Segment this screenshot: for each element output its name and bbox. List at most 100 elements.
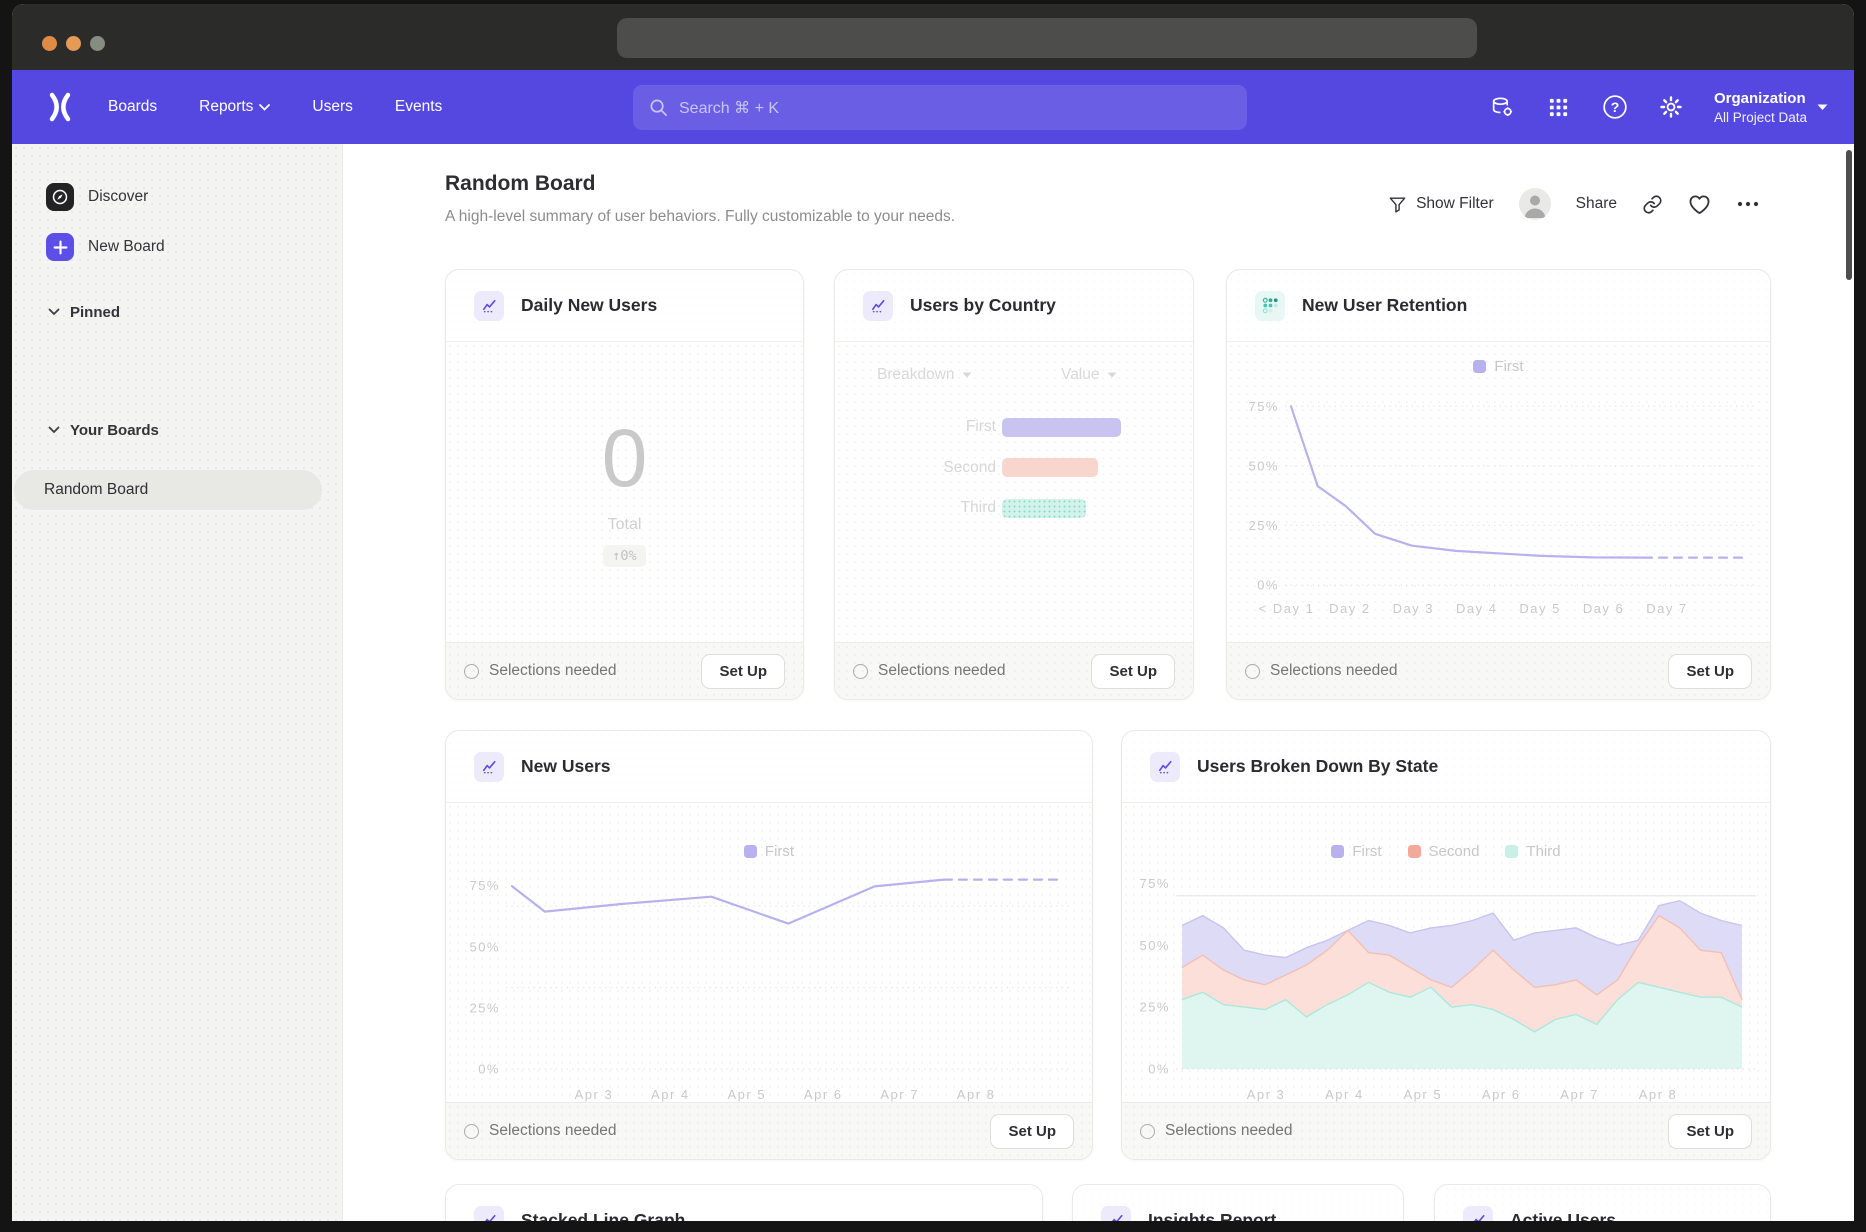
chevron-down-icon [48,308,60,316]
sidebar-item-random-board[interactable]: Random Board [14,470,322,510]
svg-text:Apr 7: Apr 7 [1560,1087,1599,1102]
svg-text:0%: 0% [1257,578,1279,593]
svg-text:Apr 8: Apr 8 [1639,1087,1678,1102]
show-filter-button[interactable]: Show Filter [1388,195,1494,214]
search-input[interactable]: Search ⌘ + K [633,85,1247,130]
scrollbar-thumb[interactable] [1846,150,1852,280]
sidebar-item-discover[interactable]: Discover [46,180,148,214]
close-window-icon[interactable] [42,36,57,51]
nav-item-users[interactable]: Users [312,98,352,116]
search-icon [649,98,668,117]
set-up-button[interactable]: Set Up [1668,1114,1752,1149]
svg-text:25%: 25% [1139,1000,1170,1015]
line-chart-icon [474,752,504,782]
card-daily-new-users: Daily New Users 0 Total ↑0% Selections n… [445,269,804,700]
copy-link-icon[interactable] [1642,194,1663,215]
value-dropdown[interactable]: Value [1061,366,1117,384]
status-text: Selections needed [878,662,1006,680]
apps-grid-icon[interactable] [1546,94,1572,120]
svg-text:Day 7: Day 7 [1646,601,1687,616]
svg-text:75%: 75% [1139,876,1170,891]
person-icon [1519,188,1551,220]
state-area-chart: 75%50%25%0%Apr 3Apr 4Apr 5Apr 6Apr 7Apr … [1138,863,1758,1110]
svg-text:50%: 50% [1139,938,1170,953]
svg-text:Apr 4: Apr 4 [1325,1087,1364,1102]
svg-text:< Day 1: < Day 1 [1259,601,1315,616]
card-title: Daily New Users [521,295,657,316]
browser-url-bar[interactable] [617,18,1477,58]
svg-text:Apr 6: Apr 6 [1482,1087,1521,1102]
svg-text:Apr 6: Apr 6 [804,1087,843,1102]
navbar-right: ? Organization All Project Data [1490,70,1828,144]
line-chart-icon [1101,1206,1131,1222]
new-users-chart: 75%50%25%0%Apr 3Apr 4Apr 5Apr 6Apr 7Apr … [468,863,1074,1110]
chevron-down-icon [1817,104,1828,111]
svg-text:Day 5: Day 5 [1519,601,1560,616]
breakdown-dropdown[interactable]: Breakdown [877,366,972,384]
svg-text:Apr 7: Apr 7 [880,1087,919,1102]
card-stacked-line-graph: Stacked Line Graph [445,1184,1043,1221]
card-new-user-retention: New User Retention First 75%50%25%0%< Da… [1226,269,1771,700]
svg-text:Day 3: Day 3 [1393,601,1434,616]
fullscreen-window-icon[interactable] [90,36,105,51]
set-up-button[interactable]: Set Up [990,1114,1074,1149]
svg-text:Apr 3: Apr 3 [575,1087,614,1102]
page-subtitle: A high-level summary of user behaviors. … [445,208,955,226]
nav-item-reports[interactable]: Reports [199,98,270,116]
set-up-button[interactable]: Set Up [1668,654,1752,689]
country-row: Third [835,498,1193,518]
card-users-by-state: Users Broken Down By State FirstSecondTh… [1121,730,1771,1160]
mixpanel-logo[interactable] [44,91,76,123]
avatar[interactable] [1519,188,1551,220]
change-badge: ↑0% [603,545,645,567]
status-text: Selections needed [489,662,617,680]
nav-item-boards[interactable]: Boards [108,98,157,116]
card-title: Stacked Line Graph [521,1210,685,1221]
sidebar-section-your-boards[interactable]: Your Boards [48,418,159,442]
svg-text:50%: 50% [1248,458,1279,473]
svg-text:25%: 25% [469,1000,500,1015]
data-management-icon[interactable] [1490,94,1516,120]
status-circle-icon [464,1124,479,1139]
more-options-icon[interactable] [1736,200,1760,208]
search-placeholder: Search ⌘ + K [679,98,779,118]
card-title: Users Broken Down By State [1197,756,1438,777]
set-up-button[interactable]: Set Up [1091,654,1175,689]
card-insights-report: Insights Report [1072,1184,1404,1221]
status-circle-icon [853,664,868,679]
svg-text:Day 4: Day 4 [1456,601,1497,616]
metric-value: 0 [602,418,648,500]
board-actions: Show Filter Share [1388,186,1760,222]
country-row: First [835,417,1193,437]
favorite-heart-icon[interactable] [1688,194,1711,215]
svg-text:Apr 8: Apr 8 [957,1087,996,1102]
sidebar-item-new-board[interactable]: New Board [46,230,165,264]
svg-text:75%: 75% [469,878,500,893]
card-active-users: Active Users [1434,1184,1771,1221]
set-up-button[interactable]: Set Up [701,654,785,689]
svg-text:Apr 3: Apr 3 [1247,1087,1286,1102]
settings-gear-icon[interactable] [1658,94,1684,120]
line-chart-icon [1463,1206,1493,1222]
retention-grid-icon [1255,291,1285,321]
status-text: Selections needed [1165,1122,1293,1140]
window-titlebar [12,4,1854,70]
svg-text:Apr 5: Apr 5 [1404,1087,1443,1102]
nav-item-events[interactable]: Events [395,98,442,116]
svg-text:?: ? [1611,99,1620,115]
line-chart-icon [474,291,504,321]
country-row: Second [835,458,1193,478]
share-button[interactable]: Share [1576,195,1617,213]
org-name: Organization [1714,90,1807,107]
help-icon[interactable]: ? [1602,94,1628,120]
card-title: Users by Country [910,295,1056,316]
svg-text:Apr 4: Apr 4 [651,1087,690,1102]
svg-text:Day 6: Day 6 [1583,601,1624,616]
minimize-window-icon[interactable] [66,36,81,51]
card-title: Insights Report [1148,1210,1276,1221]
status-text: Selections needed [1270,662,1398,680]
org-switcher[interactable]: Organization All Project Data [1714,90,1828,125]
svg-text:Day 2: Day 2 [1329,601,1370,616]
card-title: New User Retention [1302,295,1467,316]
sidebar-section-pinned[interactable]: Pinned [48,300,120,324]
